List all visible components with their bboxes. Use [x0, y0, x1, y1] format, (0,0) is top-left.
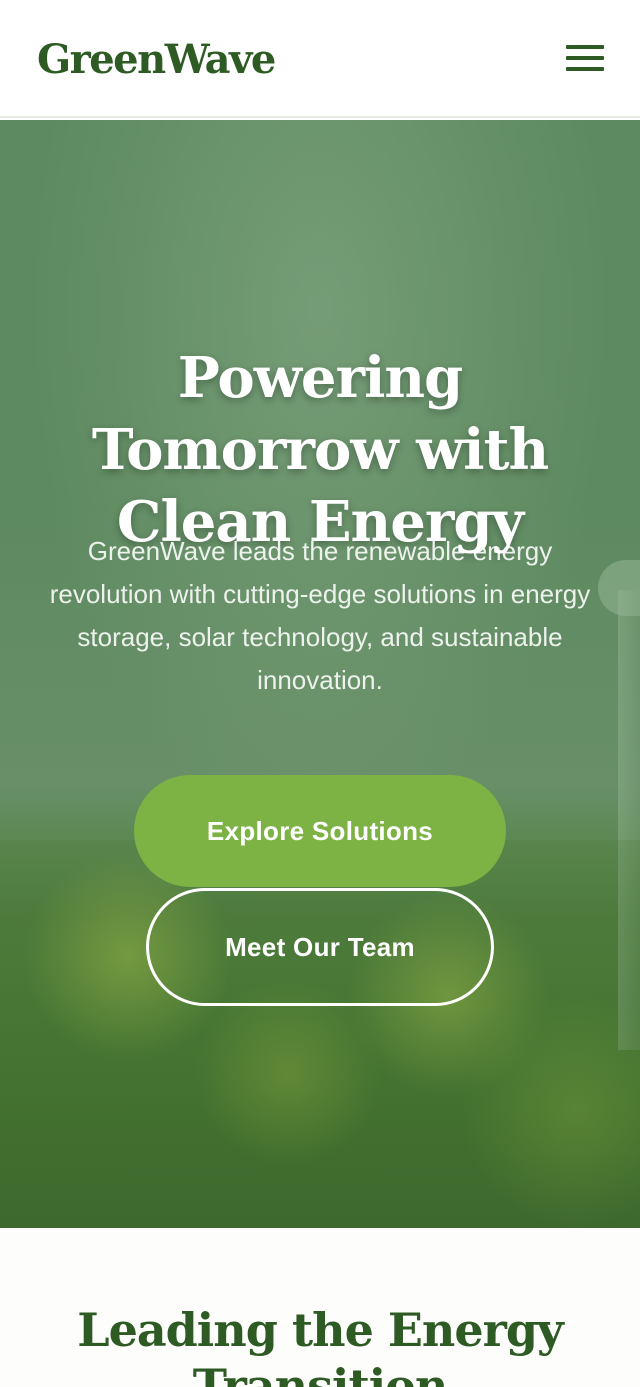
energy-transition-section: Leading the Energy Transition	[0, 1228, 640, 1387]
explore-solutions-button[interactable]: Explore Solutions	[134, 775, 506, 887]
hero-description: GreenWave leads the renewable energy rev…	[49, 536, 591, 695]
menu-bar	[566, 45, 604, 49]
meet-our-team-button[interactable]: Meet Our Team	[146, 888, 494, 1006]
section-title: Leading the Energy Transition	[77, 1303, 564, 1387]
site-header: GreenWave	[0, 0, 640, 118]
hero-title: Powering Tomorrow with Clean Energy	[91, 345, 549, 555]
menu-bar	[566, 56, 604, 60]
hamburger-menu-icon[interactable]	[562, 40, 608, 76]
logo[interactable]: GreenWave	[37, 36, 276, 84]
menu-bar	[566, 67, 604, 71]
hero-section: Powering Tomorrow with Clean Energy Gree…	[0, 120, 640, 1228]
